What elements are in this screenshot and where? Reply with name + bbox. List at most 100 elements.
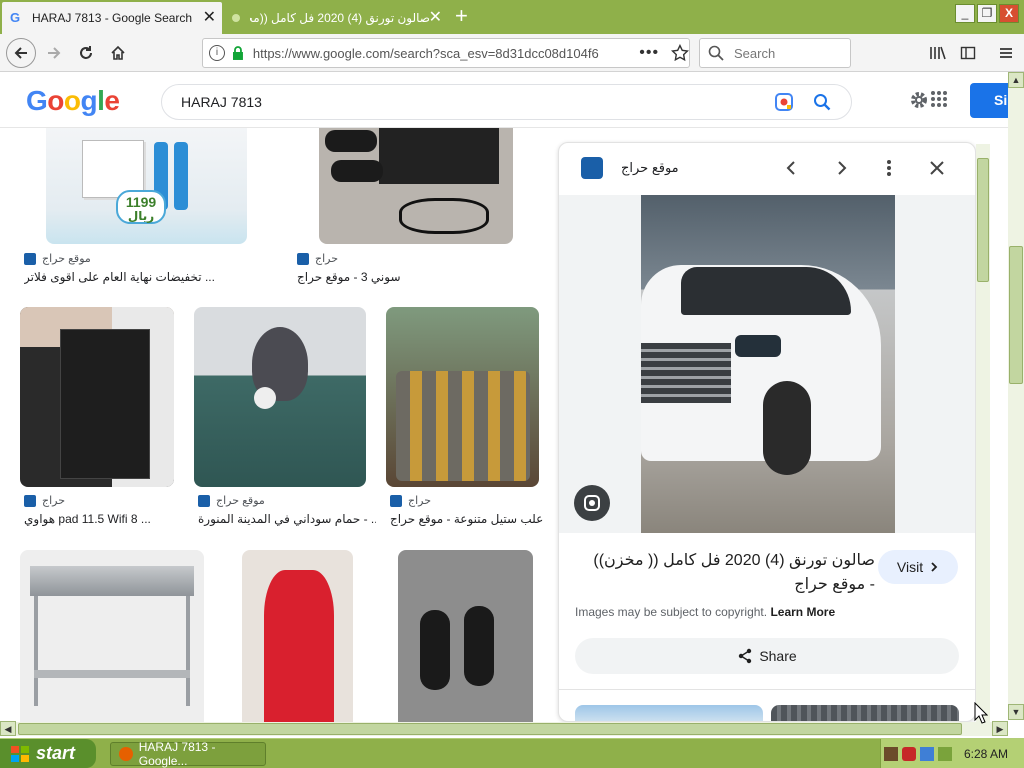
tray-app-icon[interactable] <box>883 746 898 761</box>
result-caption[interactable]: هواوي pad 11.5 Wifi 8 ... <box>24 512 184 526</box>
related-image[interactable] <box>575 705 763 721</box>
reload-button[interactable] <box>72 40 100 66</box>
volume-icon[interactable] <box>937 746 952 761</box>
tab-haraj-listing[interactable]: صالون تورنق (4) 2020 فل كامل ((مخزن ✕ <box>224 2 448 34</box>
panel-title[interactable]: صالون تورنق (4) 2020 فل كامل (( مخزن)) -… <box>575 549 875 597</box>
new-tab-button[interactable]: + <box>455 4 468 28</box>
result-image-playstation[interactable] <box>319 128 513 244</box>
main-car-image[interactable] <box>641 195 895 533</box>
close-window-button[interactable]: X <box>999 4 1019 23</box>
back-arrow-icon <box>14 47 27 59</box>
clock[interactable]: 6:28 AM <box>964 747 1008 761</box>
result-caption[interactable]: تخفيضات نهاية العام على اقوى فلاتر ... <box>24 270 264 284</box>
lock-icon <box>232 46 243 60</box>
minimize-button[interactable]: _ <box>955 4 975 23</box>
close-tab-icon[interactable]: ✕ <box>203 10 216 26</box>
result-image-red-dress[interactable] <box>242 550 353 722</box>
visit-label: Visit <box>896 559 924 575</box>
search-query[interactable]: HARAJ 7813 <box>181 94 773 110</box>
menu-button[interactable] <box>992 40 1020 66</box>
scroll-up-arrow-icon[interactable]: ▲ <box>1008 72 1024 88</box>
more-options-icon[interactable] <box>884 160 894 176</box>
close-tab-icon[interactable]: ✕ <box>429 10 442 26</box>
result-source[interactable]: موقع حراج <box>24 252 91 265</box>
result-caption[interactable]: سوني 3 - موقع حراج <box>297 270 497 284</box>
result-image-stove[interactable] <box>20 550 204 722</box>
url-text: https://www.google.com/search?sca_esv=8d… <box>252 45 599 61</box>
filter-cartridge <box>174 142 188 210</box>
price-value: 1199 <box>125 194 157 210</box>
lens-search-button[interactable] <box>574 485 610 521</box>
info-icon[interactable]: i <box>209 45 225 61</box>
visit-button[interactable]: Visit <box>878 550 958 584</box>
page-scrollbar-thumb[interactable] <box>1009 246 1023 384</box>
start-label: start <box>36 743 76 763</box>
part <box>420 610 450 690</box>
related-image[interactable] <box>771 705 959 721</box>
haraj-site-icon <box>24 494 36 507</box>
forward-arrow-icon <box>48 47 61 59</box>
back-button[interactable] <box>6 38 36 68</box>
result-source[interactable]: حراج <box>24 494 65 507</box>
panel-scrollbar-thumb[interactable] <box>977 158 989 282</box>
result-image-water-filter[interactable]: 1199 ريال <box>46 128 247 244</box>
firefox-icon <box>119 747 133 761</box>
chevron-right-icon[interactable] <box>834 161 848 175</box>
source-label: موقع حراج <box>216 495 265 507</box>
share-button[interactable]: Share <box>575 638 959 674</box>
library-button[interactable] <box>924 40 952 66</box>
lens-camera-icon[interactable] <box>773 91 795 113</box>
close-icon[interactable] <box>930 161 944 175</box>
tablet-cover <box>60 329 150 479</box>
page-scrollbar[interactable] <box>1008 72 1024 720</box>
google-search-box[interactable]: HARAJ 7813 <box>161 84 852 120</box>
car-windshield <box>681 267 851 315</box>
scroll-right-arrow-icon[interactable]: ▶ <box>992 721 1008 736</box>
result-image-steel-jars[interactable] <box>386 307 539 487</box>
scroll-down-arrow-icon[interactable]: ▼ <box>1008 704 1024 720</box>
tab-bar: G HARAJ 7813 - Google Search ✕ صالون تور… <box>0 0 1024 34</box>
result-source[interactable]: حراج <box>390 494 431 507</box>
google-logo[interactable]: Google <box>26 85 120 117</box>
maximize-button[interactable]: ❐ <box>977 4 997 23</box>
result-image-black-parts[interactable] <box>398 550 533 722</box>
result-image-tablet[interactable] <box>20 307 174 487</box>
forward-button[interactable] <box>40 40 68 66</box>
sidebar-button[interactable] <box>954 40 982 66</box>
url-bar[interactable]: i https://www.google.com/search?sca_esv=… <box>202 38 690 68</box>
search-placeholder: Search <box>734 45 776 61</box>
horizontal-scrollbar-thumb[interactable] <box>18 723 962 735</box>
learn-more-link[interactable]: Learn More <box>770 605 835 619</box>
stove-shelf <box>34 670 190 678</box>
sign-in-button[interactable]: Si <box>970 83 1010 118</box>
home-button[interactable] <box>104 40 132 66</box>
shield-icon[interactable] <box>901 746 916 761</box>
price-tag: 1199 ريال <box>116 190 166 224</box>
bookmark-star-icon[interactable] <box>671 44 689 62</box>
result-image-pigeon[interactable] <box>194 307 366 487</box>
panel-source[interactable]: موقع حراج <box>621 160 679 176</box>
scroll-left-arrow-icon[interactable]: ◀ <box>0 721 16 736</box>
result-source[interactable]: حراج <box>297 252 338 265</box>
browser-search-box[interactable]: Search <box>699 38 851 68</box>
settings-gear-icon[interactable] <box>908 89 930 111</box>
copyright-text: Images may be subject to copyright. <box>575 605 768 619</box>
network-icon[interactable] <box>919 746 934 761</box>
pigeon-feet <box>254 387 276 409</box>
apps-grid-icon[interactable] <box>931 91 947 107</box>
cables <box>399 198 489 234</box>
car-grille <box>641 343 731 403</box>
car-headlight <box>735 335 781 357</box>
haraj-site-icon <box>390 494 402 507</box>
page-actions-icon[interactable]: ••• <box>639 44 659 62</box>
source-label: حراج <box>42 495 66 507</box>
chevron-left-icon[interactable] <box>785 161 799 175</box>
taskbar-item-firefox[interactable]: HARAJ 7813 - Google... <box>110 740 266 768</box>
tab-google-search[interactable]: G HARAJ 7813 - Google Search ✕ <box>2 2 222 34</box>
result-caption[interactable]: علب ستيل متنوعة - موقع حراج <box>390 512 550 526</box>
result-source[interactable]: موقع حراج <box>198 494 265 507</box>
lens-icon <box>584 495 600 511</box>
start-button[interactable]: start <box>0 739 96 768</box>
google-search-icon[interactable] <box>813 93 831 111</box>
result-caption[interactable]: حمام سوداني في المدينة المنورة - ... <box>198 512 376 526</box>
